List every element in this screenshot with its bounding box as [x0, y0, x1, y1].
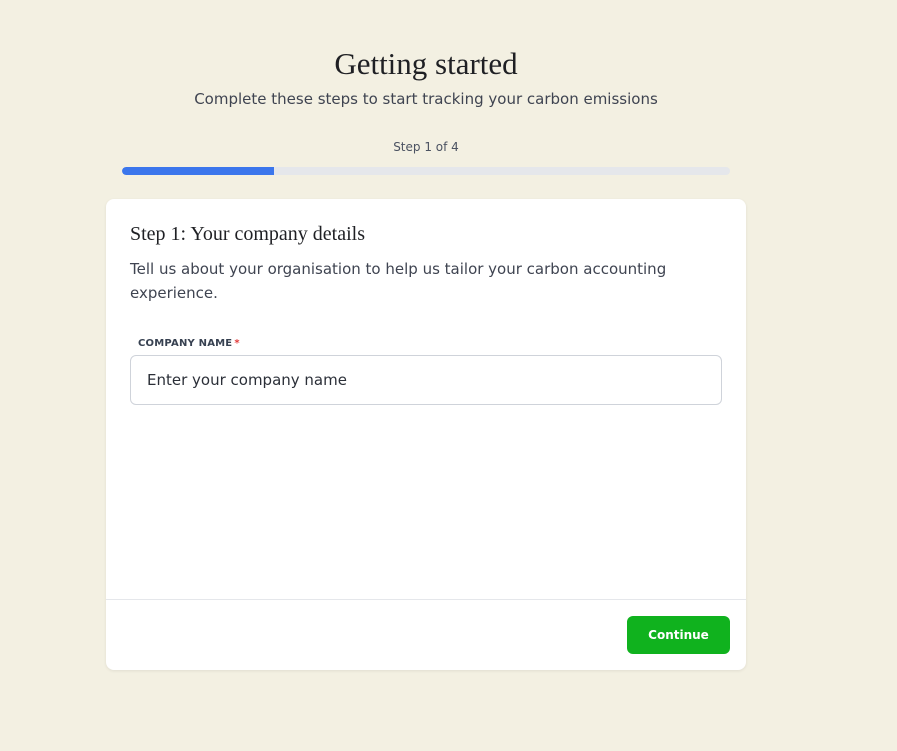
company-name-label-text: COMPANY NAME	[138, 338, 233, 349]
page-title: Getting started	[334, 46, 518, 81]
step-title: Step 1: Your company details	[130, 223, 365, 245]
step-description: Tell us about your organisation to help …	[130, 260, 667, 302]
required-marker: *	[234, 338, 240, 349]
company-name-input[interactable]	[130, 355, 722, 405]
progress-bar-fill	[122, 167, 274, 175]
step-counter: Step 1 of 4	[393, 140, 459, 154]
company-name-label: COMPANY NAME *	[138, 337, 240, 351]
progress-bar	[122, 167, 730, 175]
page-subtitle: Complete these steps to start tracking y…	[194, 90, 658, 108]
continue-button[interactable]: Continue	[627, 616, 730, 654]
step-card: Step 1: Your company details Tell us abo…	[106, 199, 746, 670]
card-footer-divider	[106, 599, 746, 600]
